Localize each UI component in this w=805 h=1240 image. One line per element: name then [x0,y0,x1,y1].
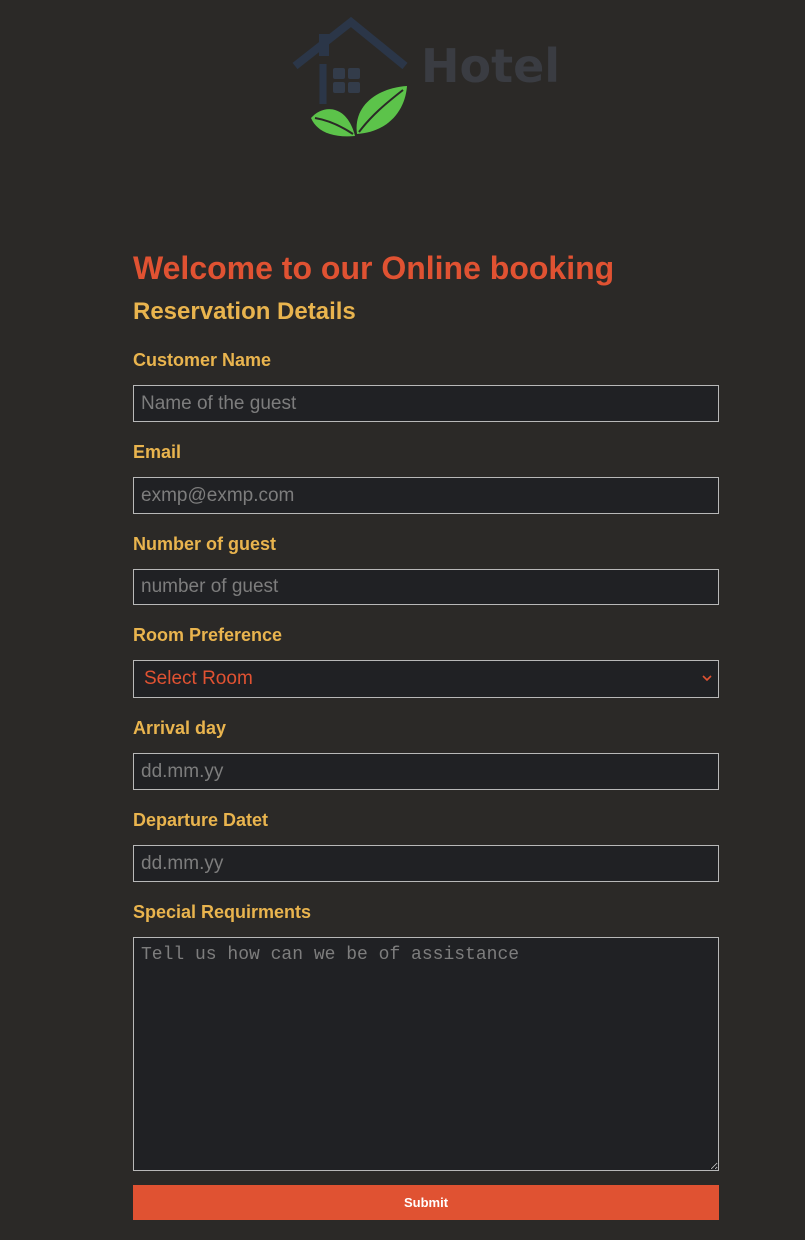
logo-text: Hotel [421,39,560,93]
field-guests: Number of guest [133,533,719,605]
field-special: Special Requirments [133,901,719,1171]
email-input[interactable] [133,477,719,514]
departure-input[interactable] [133,845,719,882]
room-preference-label: Room Preference [133,625,283,645]
chevron-down-icon [702,675,712,682]
room-select-value: Select Room [144,668,253,689]
hotel-logo: Hotel [289,16,565,140]
customer-name-label: Customer Name [133,350,272,370]
field-room: Room Preference Select Room [133,624,719,698]
guests-label: Number of guest [133,534,277,554]
email-label: Email [133,442,182,462]
reservation-details-title: Reservation Details [133,298,356,325]
customer-name-input[interactable] [133,385,719,422]
house-leaf-logo-icon: Hotel [292,16,560,137]
welcome-heading: Welcome to our Online booking [133,250,615,286]
departure-label: Departure Datet [133,810,269,830]
field-customer-name: Customer Name [133,349,719,422]
arrival-label: Arrival day [133,718,227,738]
room-select[interactable]: Select Room [133,660,719,698]
special-requirements-textarea[interactable] [133,937,719,1171]
booking-form: Welcome to our Online booking Reservatio… [133,250,719,1220]
field-departure: Departure Datet [133,809,719,882]
submit-button[interactable]: Submit [133,1185,719,1220]
field-arrival: Arrival day [133,717,719,790]
field-email: Email [133,441,719,514]
special-requirements-label: Special Requirments [133,902,312,922]
arrival-input[interactable] [133,753,719,790]
guests-input[interactable] [133,569,719,605]
